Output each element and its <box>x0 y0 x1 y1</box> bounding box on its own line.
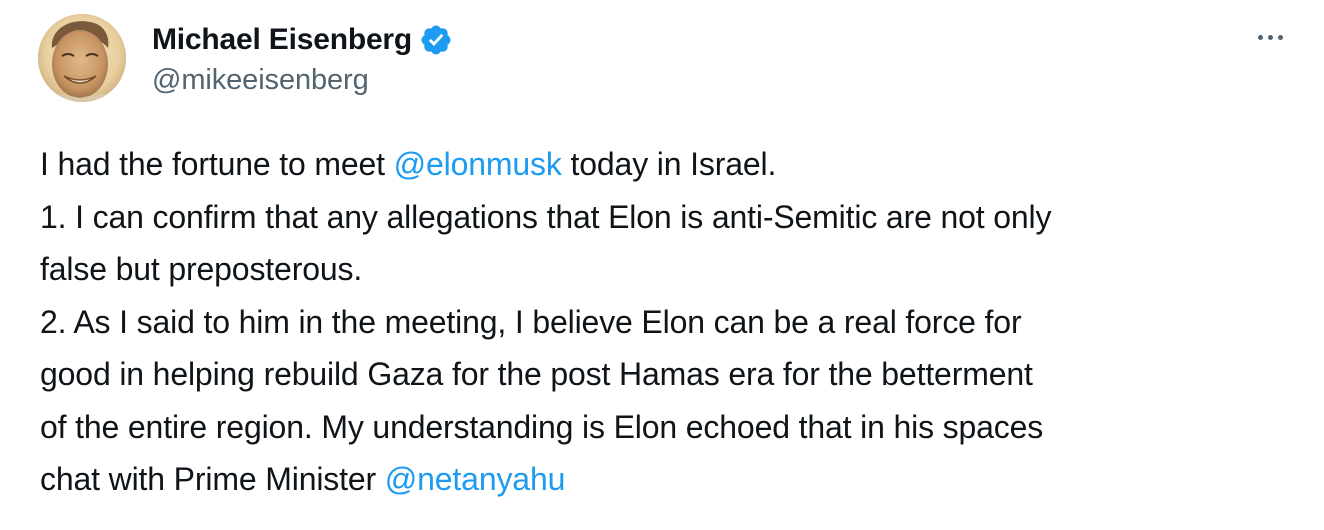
tweet-line: 2. As I said to him in the meeting, I be… <box>40 303 1022 340</box>
tweet-text-segment: chat with Prime Minister <box>40 461 385 497</box>
tweet-line: false but preposterous. <box>40 251 363 287</box>
avatar[interactable] <box>38 14 126 102</box>
tweet-line: chat with Prime Minister @netanyahu <box>40 453 1290 506</box>
tweet-line: good in helping rebuild Gaza for the pos… <box>40 356 1033 392</box>
tweet-card: Michael Eisenberg @mikeeisenberg I had t… <box>0 0 1324 530</box>
display-name[interactable]: Michael Eisenberg <box>152 23 412 57</box>
tweet-text-segment: I had the fortune to meet <box>40 146 394 182</box>
author-info: Michael Eisenberg @mikeeisenberg <box>152 20 453 97</box>
more-options-button[interactable] <box>1248 22 1292 52</box>
tweet-line: of the entire region. My understanding i… <box>40 408 1044 445</box>
tweet-text-segment: today in Israel. <box>561 146 777 182</box>
ellipsis-icon-dot <box>1267 34 1273 40</box>
tweet-header: Michael Eisenberg @mikeeisenberg <box>38 14 453 102</box>
handle[interactable]: @mikeeisenberg <box>152 64 453 97</box>
mention-link[interactable]: @netanyahu <box>385 461 566 497</box>
ellipsis-icon-dot <box>1257 34 1263 40</box>
verified-badge-icon[interactable] <box>419 23 453 57</box>
ellipsis-icon-dot <box>1277 34 1283 40</box>
tweet-line: I had the fortune to meet @elonmusk toda… <box>40 138 1290 191</box>
profile-photo-icon <box>38 14 126 102</box>
name-row: Michael Eisenberg <box>152 20 453 60</box>
tweet-text: I had the fortune to meet @elonmusk toda… <box>40 138 1290 506</box>
tweet-line: 1. I can confirm that any allegations th… <box>40 198 1052 235</box>
mention-link[interactable]: @elonmusk <box>394 146 562 182</box>
